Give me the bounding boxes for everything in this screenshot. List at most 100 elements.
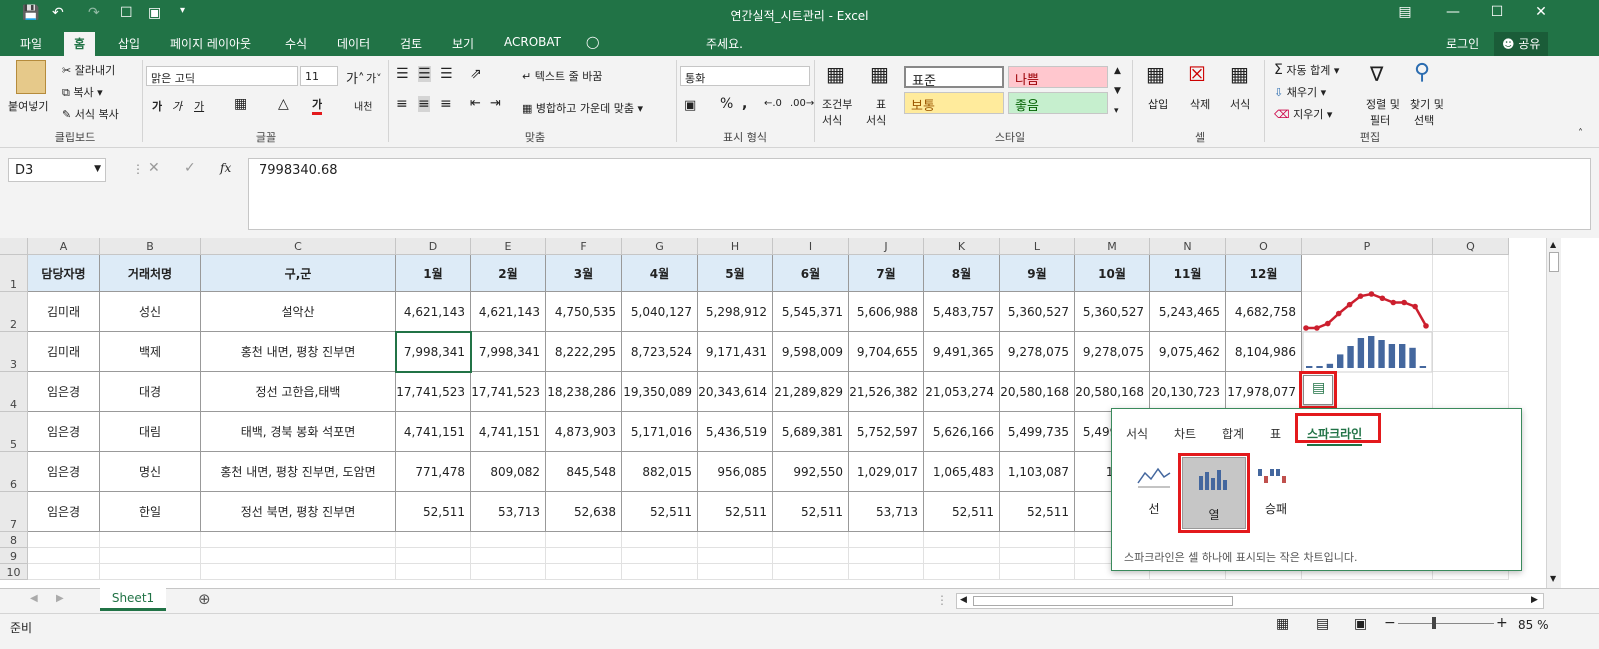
- data-cell[interactable]: 김미래: [28, 292, 100, 332]
- column-header-N[interactable]: N: [1150, 238, 1226, 255]
- row-header[interactable]: 10: [0, 564, 28, 580]
- data-cell[interactable]: 4,741,151: [396, 412, 471, 452]
- qa-tab-formatting[interactable]: 서식: [1126, 425, 1148, 442]
- data-cell[interactable]: 4,621,143: [396, 292, 471, 332]
- column-header-O[interactable]: O: [1226, 238, 1302, 255]
- tab-page-layout[interactable]: 페이지 레이아웃: [170, 35, 251, 52]
- grid-cell[interactable]: [849, 564, 924, 580]
- data-cell[interactable]: 52,511: [773, 492, 849, 532]
- data-cell[interactable]: 5,483,757: [924, 292, 1000, 332]
- data-cell[interactable]: 4,750,535: [546, 292, 622, 332]
- data-cell[interactable]: 7,998,341: [471, 332, 546, 372]
- format-table-button[interactable]: 표: [876, 96, 886, 112]
- data-cell[interactable]: 설악산: [201, 292, 396, 332]
- accounting-format-icon[interactable]: ▣: [684, 98, 696, 113]
- data-cell[interactable]: 20,580,168: [1000, 372, 1075, 412]
- data-cell[interactable]: 20,343,614: [698, 372, 773, 412]
- sign-in-link[interactable]: 로그인: [1446, 35, 1479, 52]
- grid-cell[interactable]: [100, 548, 201, 564]
- data-cell[interactable]: 5,360,527: [1075, 292, 1150, 332]
- tab-home[interactable]: 홈: [64, 32, 96, 56]
- minimize-icon[interactable]: —: [1438, 4, 1468, 20]
- grid-cell[interactable]: [396, 564, 471, 580]
- data-cell[interactable]: 9,598,009: [773, 332, 849, 372]
- data-cell[interactable]: 정선 북면, 평창 진부면: [201, 492, 396, 532]
- name-box[interactable]: D3 ▼: [8, 158, 106, 182]
- increase-decimal-icon[interactable]: ←.0: [764, 98, 782, 109]
- header-cell[interactable]: 11월: [1150, 255, 1226, 292]
- header-cell[interactable]: 6월: [773, 255, 849, 292]
- clear-button[interactable]: ⌫ 지우기 ▾: [1274, 106, 1332, 122]
- data-cell[interactable]: 한일: [100, 492, 201, 532]
- data-cell[interactable]: 8,723,524: [622, 332, 698, 372]
- share-button[interactable]: ☻ 공유: [1494, 32, 1549, 56]
- grid-cell[interactable]: [773, 564, 849, 580]
- grid-cell[interactable]: [471, 548, 546, 564]
- data-cell[interactable]: 17,741,523: [396, 372, 471, 412]
- row-header[interactable]: 3: [0, 332, 28, 372]
- column-header-P[interactable]: P: [1302, 238, 1433, 255]
- column-header-M[interactable]: M: [1075, 238, 1150, 255]
- data-cell[interactable]: 20,130,723: [1150, 372, 1226, 412]
- data-cell[interactable]: 9,171,431: [698, 332, 773, 372]
- tab-insert[interactable]: 삽입: [118, 35, 140, 52]
- zoom-out-icon[interactable]: −: [1384, 615, 1396, 631]
- header-cell[interactable]: 1월: [396, 255, 471, 292]
- number-format-select[interactable]: 통화: [680, 66, 810, 86]
- scroll-right-icon[interactable]: ▶: [1531, 595, 1538, 605]
- tab-file[interactable]: 파일: [20, 35, 42, 52]
- delete-cells-button[interactable]: 삭제: [1190, 96, 1210, 112]
- borders-icon[interactable]: ▦: [234, 96, 247, 112]
- grid-cell[interactable]: [849, 548, 924, 564]
- data-cell[interactable]: 대림: [100, 412, 201, 452]
- header-cell[interactable]: 9월: [1000, 255, 1075, 292]
- insert-function-icon[interactable]: fx: [220, 161, 231, 175]
- insert-cells-icon[interactable]: ▦: [1146, 62, 1165, 86]
- align-center-icon[interactable]: ≡: [418, 96, 430, 112]
- align-top-icon[interactable]: ☰: [396, 66, 409, 82]
- data-cell[interactable]: 임은경: [28, 492, 100, 532]
- style-normal[interactable]: 표준: [904, 66, 1004, 89]
- vertical-scrollbar[interactable]: ▲ ▼: [1546, 238, 1561, 588]
- header-cell[interactable]: 4월: [622, 255, 698, 292]
- column-header-Q[interactable]: Q: [1433, 238, 1509, 255]
- copy-button[interactable]: ⧉ 복사 ▾: [62, 84, 103, 100]
- scroll-up-icon[interactable]: ▲: [1550, 240, 1556, 249]
- data-cell[interactable]: 9,075,462: [1150, 332, 1226, 372]
- row-header[interactable]: 9: [0, 548, 28, 564]
- data-cell[interactable]: 8,222,295: [546, 332, 622, 372]
- page-layout-view-icon[interactable]: ▤: [1316, 616, 1329, 632]
- data-cell[interactable]: 1,103,087: [1000, 452, 1075, 492]
- data-cell[interactable]: 1,065,483: [924, 452, 1000, 492]
- data-cell[interactable]: 임은경: [28, 452, 100, 492]
- grid-cell[interactable]: [546, 532, 622, 548]
- header-cell[interactable]: 10월: [1075, 255, 1150, 292]
- header-cell[interactable]: 구,군: [201, 255, 396, 292]
- zoom-slider[interactable]: [1398, 623, 1494, 624]
- header-cell[interactable]: 담당자명: [28, 255, 100, 292]
- row-header[interactable]: 5: [0, 412, 28, 452]
- scroll-down-icon[interactable]: ▼: [1550, 574, 1556, 583]
- qa-tab-tables[interactable]: 표: [1270, 425, 1281, 442]
- paste-button[interactable]: 붙여넣기: [8, 98, 48, 114]
- column-header-A[interactable]: A: [28, 238, 100, 255]
- delete-cells-icon[interactable]: ☒: [1188, 62, 1206, 86]
- fill-color-icon[interactable]: △: [278, 96, 289, 112]
- header-cell[interactable]: 거래처명: [100, 255, 201, 292]
- header-cell[interactable]: 8월: [924, 255, 1000, 292]
- format-cells-button[interactable]: 서식: [1230, 96, 1250, 112]
- font-color-button[interactable]: 가: [312, 96, 323, 115]
- header-cell[interactable]: 7월: [849, 255, 924, 292]
- underline-button[interactable]: 가: [194, 98, 204, 114]
- data-cell[interactable]: 53,713: [471, 492, 546, 532]
- data-cell[interactable]: 5,436,519: [698, 412, 773, 452]
- decrease-indent-icon[interactable]: ⇤: [470, 96, 481, 111]
- grid-cell[interactable]: [28, 548, 100, 564]
- grid-cell[interactable]: [849, 532, 924, 548]
- grid-cell[interactable]: [698, 564, 773, 580]
- column-header-I[interactable]: I: [773, 238, 849, 255]
- styles-more-icon[interactable]: ▾: [1114, 106, 1119, 116]
- conditional-format-button[interactable]: 조건부: [822, 96, 852, 112]
- format-table-icon[interactable]: ▦: [870, 62, 889, 86]
- grid-cell[interactable]: [1433, 332, 1509, 372]
